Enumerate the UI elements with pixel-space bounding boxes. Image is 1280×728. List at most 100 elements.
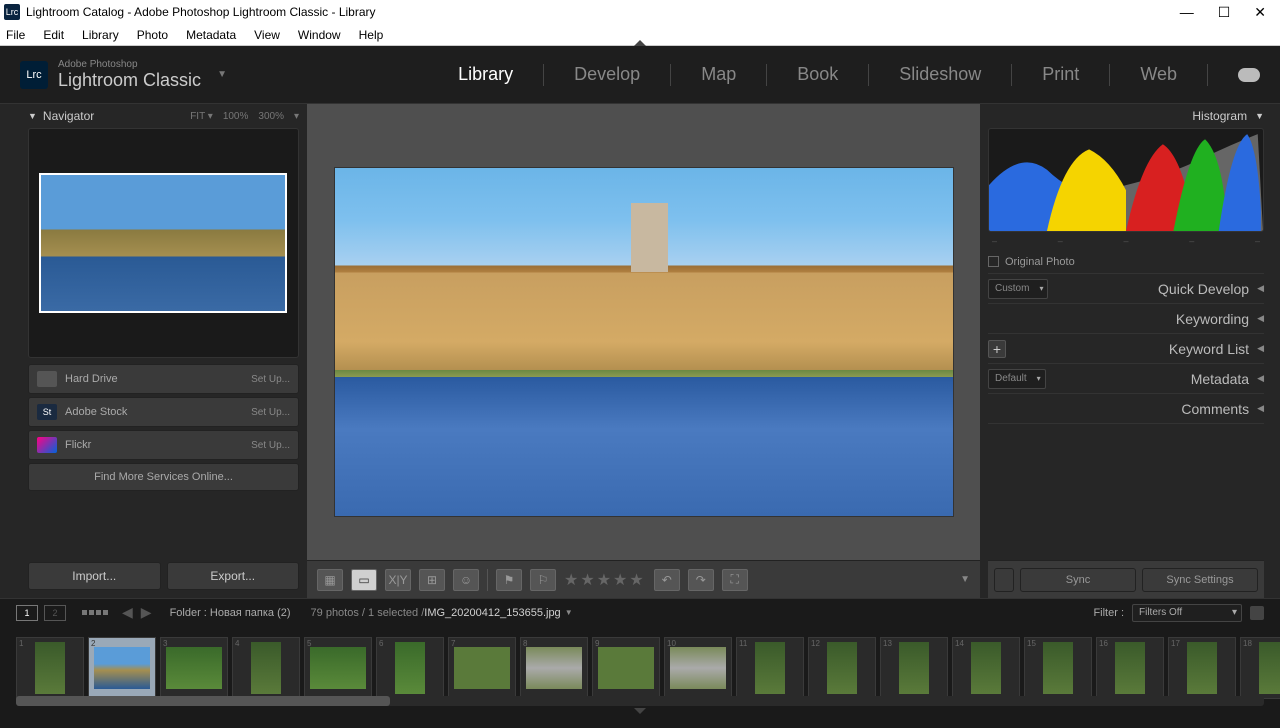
- module-develop[interactable]: Develop: [574, 64, 640, 85]
- chevron-left-icon[interactable]: ◀: [1257, 343, 1264, 354]
- histogram-collapse-icon[interactable]: ▼: [1255, 111, 1264, 121]
- minimize-icon[interactable]: —: [1180, 4, 1194, 21]
- nav-forward-icon[interactable]: ▶: [141, 604, 152, 621]
- thumbnail[interactable]: 12: [808, 637, 876, 699]
- people-view-icon[interactable]: ☺: [453, 569, 479, 591]
- setup-link[interactable]: Set Up...: [251, 407, 290, 418]
- filter-select[interactable]: Filters Off: [1132, 604, 1242, 622]
- thumbnail[interactable]: 9: [592, 637, 660, 699]
- zoom-100[interactable]: 100%: [223, 111, 249, 122]
- quick-develop-preset-select[interactable]: Custom: [988, 279, 1048, 299]
- main-window-indicator[interactable]: 1: [16, 605, 38, 621]
- metadata-preset-select[interactable]: Default: [988, 369, 1046, 389]
- toolbar-menu-icon[interactable]: ▼: [960, 574, 970, 585]
- rotate-cw-icon[interactable]: ↷: [688, 569, 714, 591]
- module-web[interactable]: Web: [1140, 64, 1177, 85]
- menu-library[interactable]: Library: [82, 28, 119, 42]
- service-adobe-stock[interactable]: St Adobe Stock Set Up...: [28, 397, 299, 427]
- chevron-left-icon[interactable]: ◀: [1257, 283, 1264, 294]
- menu-file[interactable]: File: [6, 28, 25, 42]
- module-library[interactable]: Library: [458, 64, 513, 85]
- keyword-list-section[interactable]: + Keyword List ◀: [988, 334, 1264, 364]
- compare-view-icon[interactable]: X|Y: [385, 569, 411, 591]
- sync-settings-button[interactable]: Sync Settings: [1142, 568, 1258, 592]
- thumbnail[interactable]: 18: [1240, 637, 1280, 699]
- navigator-collapse-icon[interactable]: ▼: [28, 111, 37, 121]
- thumbnail[interactable]: 16: [1096, 637, 1164, 699]
- flag-pick-icon[interactable]: ⚑: [496, 569, 522, 591]
- metadata-section[interactable]: Default Metadata ◀: [988, 364, 1264, 394]
- sync-toggle-icon[interactable]: [994, 568, 1014, 592]
- filename-menu-icon[interactable]: ▼: [565, 608, 573, 617]
- grid-view-icon[interactable]: ▦: [317, 569, 343, 591]
- rating-stars[interactable]: ★★★★★: [564, 570, 646, 590]
- module-slideshow[interactable]: Slideshow: [899, 64, 981, 85]
- scrollbar-thumb[interactable]: [16, 696, 390, 706]
- service-hard-drive[interactable]: Hard Drive Set Up...: [28, 364, 299, 394]
- filter-lock-icon[interactable]: [1250, 606, 1264, 620]
- export-button[interactable]: Export...: [167, 562, 300, 590]
- chevron-left-icon[interactable]: ◀: [1257, 373, 1264, 384]
- original-photo-checkbox[interactable]: [988, 256, 999, 267]
- flag-reject-icon[interactable]: ⚐: [530, 569, 556, 591]
- thumbnail[interactable]: 1: [16, 637, 84, 699]
- comments-section[interactable]: Comments ◀: [988, 394, 1264, 424]
- original-photo-row[interactable]: Original Photo: [988, 250, 1264, 274]
- zoom-menu-icon[interactable]: ▾: [294, 111, 299, 122]
- thumbnail[interactable]: 4: [232, 637, 300, 699]
- module-book[interactable]: Book: [797, 64, 838, 85]
- thumbnail[interactable]: 14: [952, 637, 1020, 699]
- thumbnail[interactable]: 6: [376, 637, 444, 699]
- thumbnail-selected[interactable]: 2: [88, 637, 156, 699]
- thumbnail[interactable]: 5: [304, 637, 372, 699]
- chevron-left-icon[interactable]: ◀: [1257, 403, 1264, 414]
- grid-button-icon[interactable]: [82, 610, 108, 615]
- second-window-indicator[interactable]: 2: [44, 605, 66, 621]
- maximize-icon[interactable]: ☐: [1218, 4, 1231, 21]
- add-keyword-button[interactable]: +: [988, 340, 1006, 358]
- menu-photo[interactable]: Photo: [137, 28, 168, 42]
- menu-view[interactable]: View: [254, 28, 280, 42]
- find-more-services-button[interactable]: Find More Services Online...: [28, 463, 299, 491]
- zoom-fit[interactable]: FIT ▾: [190, 111, 213, 122]
- breadcrumb-path[interactable]: Folder : Новая папка (2): [170, 607, 291, 619]
- filmstrip-collapse-icon[interactable]: [0, 708, 1280, 716]
- import-button[interactable]: Import...: [28, 562, 161, 590]
- menu-metadata[interactable]: Metadata: [186, 28, 236, 42]
- thumbnail[interactable]: 11: [736, 637, 804, 699]
- zoom-300[interactable]: 300%: [258, 111, 284, 122]
- section-label: Quick Develop: [1158, 281, 1249, 297]
- keywording-section[interactable]: Keywording ◀: [988, 304, 1264, 334]
- thumbnail[interactable]: 7: [448, 637, 516, 699]
- thumbnail[interactable]: 3: [160, 637, 228, 699]
- thumbnail[interactable]: 10: [664, 637, 732, 699]
- chevron-left-icon[interactable]: ◀: [1257, 313, 1264, 324]
- nav-back-icon[interactable]: ◀: [122, 604, 133, 621]
- sync-button[interactable]: Sync: [1020, 568, 1136, 592]
- crop-overlay-icon[interactable]: ⛶: [722, 569, 748, 591]
- survey-view-icon[interactable]: ⊞: [419, 569, 445, 591]
- loupe-view-icon[interactable]: ▭: [351, 569, 377, 591]
- menu-window[interactable]: Window: [298, 28, 341, 42]
- module-print[interactable]: Print: [1042, 64, 1079, 85]
- thumbnail[interactable]: 8: [520, 637, 588, 699]
- cloud-sync-icon[interactable]: [1238, 68, 1260, 82]
- module-map[interactable]: Map: [701, 64, 736, 85]
- histogram-chart[interactable]: [988, 128, 1264, 232]
- identity-plate-menu-icon[interactable]: ▼: [217, 69, 227, 80]
- thumbnail[interactable]: 17: [1168, 637, 1236, 699]
- filmstrip-scrollbar[interactable]: [16, 696, 1264, 706]
- navigator-preview[interactable]: [39, 173, 287, 313]
- setup-link[interactable]: Set Up...: [251, 440, 290, 451]
- loupe-image[interactable]: [334, 167, 954, 517]
- quick-develop-section[interactable]: Custom Quick Develop ◀: [988, 274, 1264, 304]
- thumbnail[interactable]: 13: [880, 637, 948, 699]
- service-flickr[interactable]: Flickr Set Up...: [28, 430, 299, 460]
- menu-help[interactable]: Help: [359, 28, 384, 42]
- rotate-ccw-icon[interactable]: ↶: [654, 569, 680, 591]
- menu-edit[interactable]: Edit: [43, 28, 64, 42]
- thumbnail[interactable]: 15: [1024, 637, 1092, 699]
- setup-link[interactable]: Set Up...: [251, 374, 290, 385]
- close-icon[interactable]: ✕: [1254, 4, 1266, 21]
- filmstrip[interactable]: 1 2 3 4 5 6 7 8 9 10 11 12 13 14 15 16 1…: [0, 626, 1280, 708]
